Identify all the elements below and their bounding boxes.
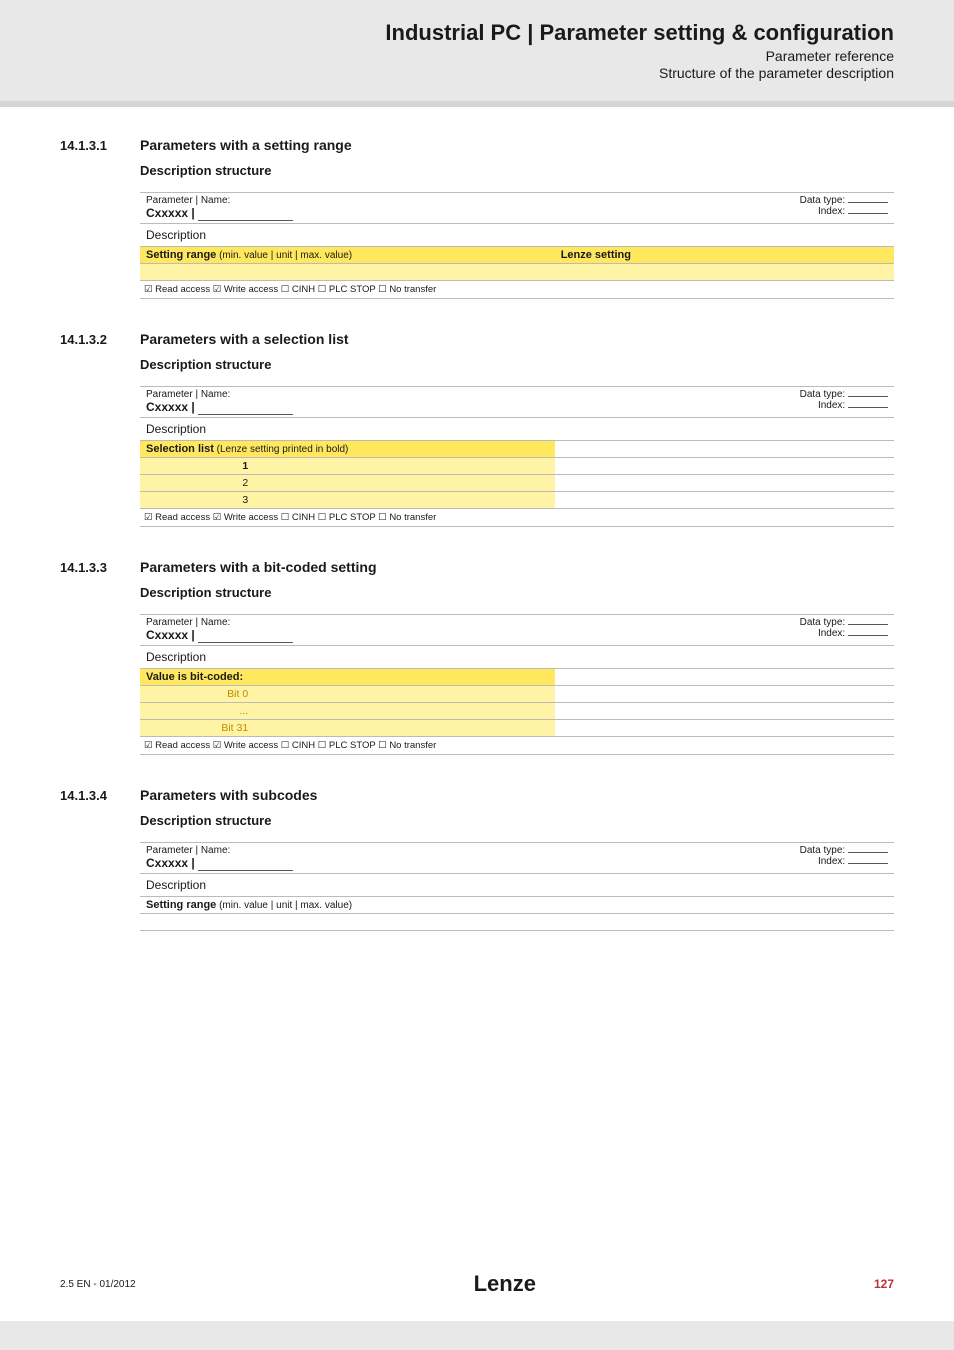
datatype-label: Data type: [800, 617, 846, 628]
section-title: Parameters with a setting range [140, 137, 352, 153]
bit-row: ... [140, 703, 268, 720]
section-setting-range: 14.1.3.1 Parameters with a setting range… [60, 137, 894, 299]
section-title: Parameters with subcodes [140, 787, 317, 803]
description-label: Description [140, 224, 894, 247]
datatype-label: Data type: [800, 195, 846, 206]
param-code: Cxxxxx | [146, 206, 198, 220]
datatype-label: Data type: [800, 845, 846, 856]
section-subtitle: Description structure [140, 585, 894, 600]
section-subtitle: Description structure [140, 357, 894, 372]
param-name-label: Parameter | Name: [146, 617, 549, 628]
param-table: Parameter | Name: Cxxxxx | . Data type: … [140, 842, 894, 931]
section-title: Parameters with a bit-coded setting [140, 559, 377, 575]
index-label: Index: [818, 400, 845, 411]
index-label: Index: [818, 856, 845, 867]
param-table: Parameter | Name: Cxxxxx | . Data type: … [140, 192, 894, 299]
index-label: Index: [818, 206, 845, 217]
section-number: 14.1.3.1 [60, 138, 140, 153]
section-number: 14.1.3.3 [60, 560, 140, 575]
param-code: Cxxxxx | [146, 400, 198, 414]
param-name-label: Parameter | Name: [146, 845, 549, 856]
section-subtitle: Description structure [140, 813, 894, 828]
param-code: Cxxxxx | [146, 856, 198, 870]
section-selection-list: 14.1.3.2 Parameters with a selection lis… [60, 331, 894, 527]
description-label: Description [140, 646, 894, 669]
selection-list-header: Selection list (Lenze setting printed in… [140, 441, 555, 458]
setting-range-header: Setting range (min. value | unit | max. … [140, 897, 555, 914]
index-label: Index: [818, 628, 845, 639]
param-name-label: Parameter | Name: [146, 389, 549, 400]
bitcoded-header: Value is bit-coded: [140, 669, 555, 686]
access-flags: ☑ Read access ☑ Write access ☐ CINH ☐ PL… [140, 737, 894, 755]
list-item: 3 [140, 492, 268, 509]
list-item: 1 [140, 458, 268, 475]
brand-logo: Lenze [474, 1271, 536, 1297]
section-number: 14.1.3.4 [60, 788, 140, 803]
description-label: Description [140, 418, 894, 441]
section-number: 14.1.3.2 [60, 332, 140, 347]
setting-range-header: Setting range (min. value | unit | max. … [140, 247, 555, 264]
section-title: Parameters with a selection list [140, 331, 349, 347]
list-item: 2 [140, 475, 268, 492]
datatype-label: Data type: [800, 389, 846, 400]
bit-row: Bit 0 [140, 686, 268, 703]
access-flags: ☑ Read access ☑ Write access ☐ CINH ☐ PL… [140, 509, 894, 527]
description-label: Description [140, 874, 894, 897]
page-number: 127 [874, 1277, 894, 1291]
page-header-sub2: Structure of the parameter description [60, 65, 894, 81]
access-flags: ☑ Read access ☑ Write access ☐ CINH ☐ PL… [140, 281, 894, 299]
section-subcodes: 14.1.3.4 Parameters with subcodes Descri… [60, 787, 894, 931]
param-table: Parameter | Name: Cxxxxx | . Data type: … [140, 386, 894, 527]
page-header-sub1: Parameter reference [60, 48, 894, 64]
footer-left: 2.5 EN - 01/2012 [60, 1279, 136, 1290]
section-subtitle: Description structure [140, 163, 894, 178]
lenze-setting-header: Lenze setting [555, 247, 894, 264]
bit-row: Bit 31 [140, 720, 268, 737]
page-header-title: Industrial PC | Parameter setting & conf… [60, 20, 894, 46]
section-bit-coded: 14.1.3.3 Parameters with a bit-coded set… [60, 559, 894, 755]
param-table: Parameter | Name: Cxxxxx | . Data type: … [140, 614, 894, 755]
param-name-label: Parameter | Name: [146, 195, 549, 206]
param-code: Cxxxxx | [146, 628, 198, 642]
